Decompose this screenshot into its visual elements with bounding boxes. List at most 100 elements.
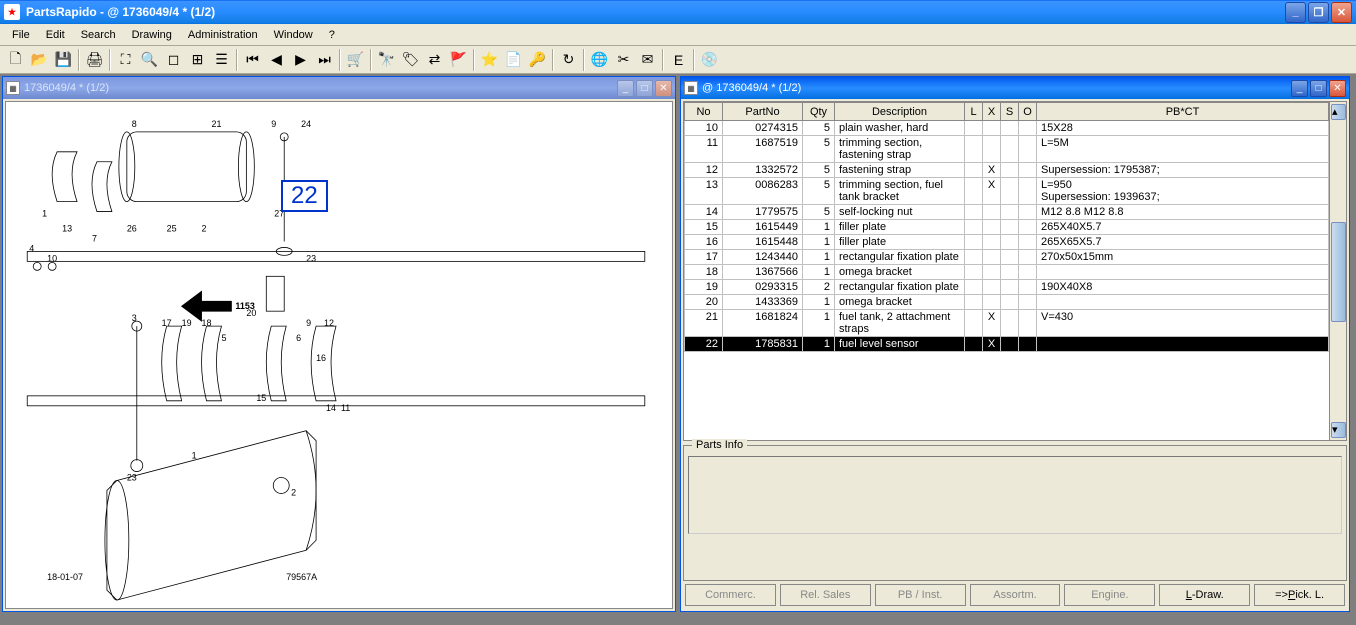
menu-help[interactable]: ? bbox=[321, 26, 343, 44]
svg-text:12: 12 bbox=[324, 318, 334, 328]
refresh-icon[interactable]: ↻ bbox=[557, 49, 580, 71]
parts-minimize-button[interactable]: _ bbox=[1291, 80, 1308, 97]
diagram-minimize-button[interactable]: _ bbox=[617, 80, 634, 97]
menu-window[interactable]: Window bbox=[266, 26, 321, 44]
zoom-region-icon[interactable]: ◻ bbox=[162, 49, 185, 71]
print-icon[interactable]: 🖨 bbox=[83, 49, 106, 71]
table-row[interactable]: 1002743155plain washer, hard15X28 bbox=[685, 121, 1329, 136]
table-row[interactable]: 1902933152rectangular fixation plate190X… bbox=[685, 280, 1329, 295]
cart-icon[interactable]: 🛒 bbox=[344, 49, 367, 71]
scroll-down-icon[interactable]: ▾ bbox=[1331, 422, 1346, 438]
table-row[interactable]: 1813675661omega bracket bbox=[685, 265, 1329, 280]
parts-close-button[interactable]: ✕ bbox=[1329, 80, 1346, 97]
menu-search[interactable]: Search bbox=[73, 26, 124, 44]
column-header-no[interactable]: No bbox=[685, 103, 723, 121]
key-icon[interactable]: 🔑 bbox=[526, 49, 549, 71]
engine-button[interactable]: Engine. bbox=[1064, 584, 1155, 606]
open-file-icon[interactable]: 📂 bbox=[28, 49, 51, 71]
svg-text:9: 9 bbox=[271, 119, 276, 129]
svg-text:3: 3 bbox=[132, 313, 137, 323]
menu-drawing[interactable]: Drawing bbox=[124, 26, 180, 44]
diagram-window-title: 1736049/4 * (1/2) bbox=[24, 82, 109, 94]
l-draw-button[interactable]: L-Draw. bbox=[1159, 584, 1250, 606]
table-row[interactable]: 1116875195trimming section, fastening st… bbox=[685, 136, 1329, 163]
document-icon[interactable]: 📄 bbox=[502, 49, 525, 71]
assortm-button[interactable]: Assortm. bbox=[970, 584, 1061, 606]
new-file-icon[interactable]: 🗋 bbox=[4, 49, 27, 71]
diagram-maximize-button[interactable]: □ bbox=[636, 80, 653, 97]
scrollbar[interactable]: ▴ ▾ bbox=[1329, 102, 1346, 440]
parts-window-title-bar[interactable]: ▦ @ 1736049/4 * (1/2) _ □ ✕ bbox=[681, 77, 1349, 99]
table-row[interactable]: 1616154481filler plate265X65X5.7 bbox=[685, 235, 1329, 250]
diagram-close-button[interactable]: ✕ bbox=[655, 80, 672, 97]
svg-text:4: 4 bbox=[29, 243, 34, 253]
mail-icon[interactable]: ✉ bbox=[636, 49, 659, 71]
close-button[interactable]: ✕ bbox=[1331, 2, 1352, 23]
pick-l-button[interactable]: =>Pick. L. bbox=[1254, 584, 1345, 606]
favorite-icon[interactable]: ⭐ bbox=[478, 49, 501, 71]
tools-icon[interactable]: ✂ bbox=[612, 49, 635, 71]
next-icon[interactable]: ▶ bbox=[289, 49, 312, 71]
menu-administration[interactable]: Administration bbox=[180, 26, 266, 44]
column-header-pbct[interactable]: PB*CT bbox=[1037, 103, 1329, 121]
column-header-o[interactable]: O bbox=[1019, 103, 1037, 121]
svg-text:9: 9 bbox=[306, 318, 311, 328]
table-row[interactable]: 1300862835trimming section, fuel tank br… bbox=[685, 178, 1329, 205]
table-row[interactable]: 2217858311fuel level sensorX bbox=[685, 337, 1329, 352]
parts-table[interactable]: NoPartNoQtyDescriptionLXSOPB*CT 10027431… bbox=[684, 102, 1329, 352]
svg-text:15: 15 bbox=[256, 393, 266, 403]
column-header-description[interactable]: Description bbox=[835, 103, 965, 121]
zoom-icon[interactable]: 🔍 bbox=[138, 49, 161, 71]
fit-icon[interactable]: ⛶ bbox=[114, 49, 137, 71]
maximize-button[interactable]: ❐ bbox=[1308, 2, 1329, 23]
compare-icon[interactable]: ⇄ bbox=[423, 49, 446, 71]
diagram-window-title-bar[interactable]: ▦ 1736049/4 * (1/2) _ □ ✕ bbox=[3, 77, 675, 99]
last-icon[interactable]: ⏭ bbox=[313, 49, 336, 71]
svg-text:20: 20 bbox=[246, 308, 256, 318]
diagram-canvas[interactable]: 8 21 9 24 1 13 7 4 10 26 25 2 27 23 1153… bbox=[5, 101, 673, 609]
svg-text:19: 19 bbox=[182, 318, 192, 328]
column-header-x[interactable]: X bbox=[983, 103, 1001, 121]
menu-file[interactable]: File bbox=[4, 26, 38, 44]
column-header-partno[interactable]: PartNo bbox=[723, 103, 803, 121]
column-header-l[interactable]: L bbox=[965, 103, 983, 121]
save-icon[interactable]: 💾 bbox=[52, 49, 75, 71]
diagram-window: ▦ 1736049/4 * (1/2) _ □ ✕ bbox=[2, 76, 676, 612]
rel-sales-button[interactable]: Rel. Sales bbox=[780, 584, 871, 606]
table-row[interactable]: 1213325725fastening strapXSupersession: … bbox=[685, 163, 1329, 178]
menu-edit[interactable]: Edit bbox=[38, 26, 73, 44]
svg-text:1: 1 bbox=[42, 209, 47, 219]
prev-icon[interactable]: ◀ bbox=[265, 49, 288, 71]
grid-icon[interactable]: ⊞ bbox=[186, 49, 209, 71]
selected-callout[interactable]: 22 bbox=[281, 180, 328, 212]
table-row[interactable]: 1712434401rectangular fixation plate270x… bbox=[685, 250, 1329, 265]
first-icon[interactable]: ⏮ bbox=[241, 49, 264, 71]
tag-icon[interactable]: 🏷 bbox=[399, 49, 422, 71]
svg-text:79567A: 79567A bbox=[286, 572, 317, 582]
minimize-button[interactable]: _ bbox=[1285, 2, 1306, 23]
column-header-s[interactable]: S bbox=[1001, 103, 1019, 121]
disc-icon[interactable]: 💿 bbox=[698, 49, 721, 71]
list-icon[interactable]: ☰ bbox=[210, 49, 233, 71]
globe-icon[interactable]: 🌐 bbox=[588, 49, 611, 71]
scroll-up-icon[interactable]: ▴ bbox=[1331, 104, 1346, 120]
app-title: PartsRapido - @ 1736049/4 * (1/2) bbox=[26, 5, 215, 19]
svg-text:5: 5 bbox=[221, 333, 226, 343]
svg-text:18: 18 bbox=[202, 318, 212, 328]
binoculars-icon[interactable]: 🔭 bbox=[375, 49, 398, 71]
svg-text:13: 13 bbox=[62, 223, 72, 233]
table-row[interactable]: 1417795755self-locking nutM12 8.8 M12 8.… bbox=[685, 205, 1329, 220]
svg-text:16: 16 bbox=[316, 353, 326, 363]
parts-table-container: NoPartNoQtyDescriptionLXSOPB*CT 10027431… bbox=[683, 101, 1347, 441]
exit-icon[interactable]: E bbox=[667, 49, 690, 71]
column-header-qty[interactable]: Qty bbox=[803, 103, 835, 121]
table-row[interactable]: 2116818241fuel tank, 2 attachment straps… bbox=[685, 310, 1329, 337]
table-row[interactable]: 1516154491filler plate265X40X5.7 bbox=[685, 220, 1329, 235]
table-row[interactable]: 2014333691omega bracket bbox=[685, 295, 1329, 310]
commerc-button[interactable]: Commerc. bbox=[685, 584, 776, 606]
parts-maximize-button[interactable]: □ bbox=[1310, 80, 1327, 97]
svg-text:2: 2 bbox=[291, 487, 296, 497]
pb-inst-button[interactable]: PB / Inst. bbox=[875, 584, 966, 606]
scroll-thumb[interactable] bbox=[1331, 222, 1346, 322]
flag-icon[interactable]: 🚩 bbox=[447, 49, 470, 71]
